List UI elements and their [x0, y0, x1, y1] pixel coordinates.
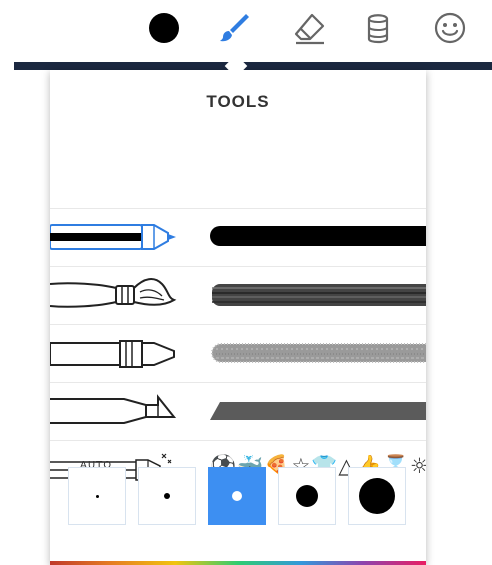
tool-row-crayon[interactable] [50, 324, 426, 382]
eraser-tool-button[interactable] [288, 6, 332, 50]
size-dot-icon [164, 493, 170, 499]
smiley-icon [434, 12, 466, 44]
pen-stroke-preview [210, 226, 426, 246]
tool-row-pen[interactable] [50, 208, 426, 266]
size-dot-icon [296, 485, 318, 507]
size-dot-icon [359, 478, 395, 514]
crayon-icon [50, 340, 175, 368]
size-dot-icon [232, 491, 242, 501]
color-spectrum-bar[interactable] [50, 561, 426, 565]
size-dot-icon [95, 494, 99, 498]
marker-stroke-preview [210, 402, 426, 420]
size-option-lg[interactable] [278, 467, 336, 525]
size-option-xs[interactable] [68, 467, 126, 525]
tool-row-marker[interactable] [50, 382, 426, 440]
size-option-md[interactable] [208, 467, 266, 525]
layers-icon [367, 14, 389, 44]
color-swatch-icon [149, 13, 179, 43]
header-divider [14, 62, 492, 70]
pen-icon [50, 224, 176, 250]
tools-panel: TOOLS AUTO ⚽🐳🍕☆👕△👍⌛☼ [50, 70, 426, 565]
brush-tool-button[interactable] [212, 6, 256, 50]
panel-title: TOOLS [206, 92, 270, 111]
top-toolbar [0, 0, 492, 62]
eraser-icon [294, 13, 325, 45]
color-swatch-button[interactable] [142, 6, 186, 50]
drawing-app: TOOLS AUTO ⚽🐳🍕☆👕△👍⌛☼ [0, 0, 492, 565]
crayon-stroke-preview [211, 343, 426, 363]
sticker-button[interactable] [428, 6, 472, 50]
layers-button[interactable] [356, 6, 400, 50]
tool-row-paintbrush[interactable] [50, 266, 426, 324]
marker-icon [50, 394, 177, 424]
brush-size-selector [68, 467, 408, 527]
paintbrush-stroke-preview [212, 284, 426, 306]
size-option-xl[interactable] [348, 467, 406, 525]
brush-icon [220, 14, 249, 42]
size-option-sm[interactable] [138, 467, 196, 525]
paintbrush-icon [50, 278, 177, 308]
